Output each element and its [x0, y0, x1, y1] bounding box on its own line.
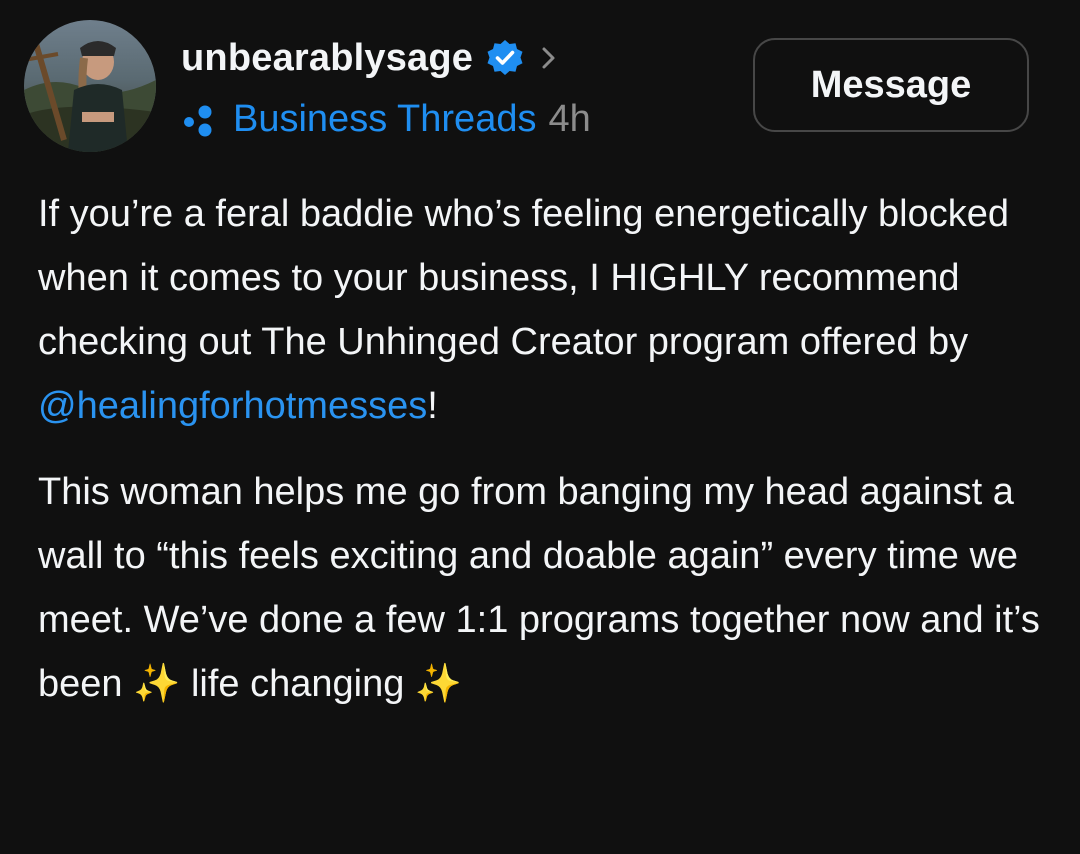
- message-button[interactable]: Message: [753, 38, 1029, 132]
- paragraph-1-text: If you’re a feral baddie who’s feeling e…: [38, 193, 1010, 363]
- paragraph-2-middle: life changing: [180, 663, 415, 705]
- post-body: If you’re a feral baddie who’s feeling e…: [38, 182, 1048, 716]
- paragraph-1-end: !: [427, 385, 438, 427]
- sparkle-emoji-1: ✨: [133, 663, 181, 705]
- topic-link[interactable]: Business Threads: [233, 98, 536, 141]
- timestamp: 4h: [548, 97, 591, 140]
- username[interactable]: unbearablysage: [181, 37, 473, 80]
- avatar[interactable]: [24, 20, 156, 152]
- post-paragraph-1: If you’re a feral baddie who’s feeling e…: [38, 182, 1048, 438]
- sparkle-emoji-2: ✨: [414, 663, 463, 705]
- thread-post: unbearablysage Business Threads 4h Messa…: [0, 0, 1080, 854]
- post-paragraph-2: This woman helps me go from banging my h…: [38, 460, 1048, 716]
- verified-badge-icon: [485, 38, 525, 78]
- topic-dots-icon: [181, 101, 221, 137]
- chevron-right-icon[interactable]: [539, 43, 559, 73]
- mention-link[interactable]: @healingforhotmesses: [38, 385, 427, 427]
